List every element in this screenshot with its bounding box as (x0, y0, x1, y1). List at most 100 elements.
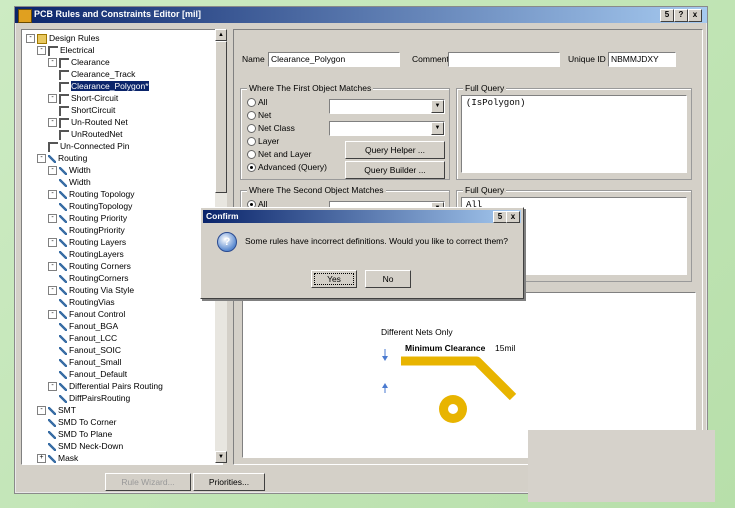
comment-field[interactable] (448, 52, 560, 67)
scroll-up-icon[interactable]: ▲ (215, 29, 227, 41)
tree-item-label: ShortCircuit (71, 105, 116, 115)
tree-item[interactable]: RoutingTopology (59, 200, 132, 212)
radio-icon[interactable] (247, 163, 256, 173)
collapse-icon[interactable]: - (48, 262, 57, 272)
first-radio-option[interactable]: Layer (247, 136, 279, 147)
collapse-icon[interactable]: - (48, 58, 57, 68)
tree-item[interactable]: + Mask (37, 452, 78, 464)
window-titlebar[interactable]: PCB Rules and Constraints Editor [mil] 5… (15, 7, 707, 23)
collapse-icon[interactable]: - (26, 34, 35, 44)
scroll-down-icon[interactable]: ▼ (215, 451, 227, 463)
tree-item[interactable]: RoutingCorners (59, 272, 129, 284)
chevron-down-icon[interactable]: ▼ (431, 122, 444, 135)
collapse-icon[interactable]: - (48, 286, 57, 296)
tree-item[interactable]: - Routing Topology (48, 188, 135, 200)
tree-item[interactable]: - Fanout Control (48, 308, 125, 320)
rules-tree[interactable]: - Design Rules - Electrical - Clearance Cleara… (21, 29, 223, 465)
collapse-icon[interactable]: - (48, 214, 57, 224)
collapse-icon[interactable]: - (48, 94, 57, 104)
tree-item[interactable]: - Un-Routed Net (48, 116, 128, 128)
tree-item[interactable]: - Electrical (37, 44, 94, 56)
collapse-icon[interactable]: - (37, 154, 46, 164)
rule-icon (59, 105, 69, 116)
radio-icon[interactable] (247, 137, 256, 147)
collapse-icon[interactable]: - (48, 310, 57, 320)
tree-item[interactable]: SMD To Corner (48, 416, 116, 428)
dialog-title[interactable]: Confirm (203, 210, 521, 223)
tree-item[interactable]: - Routing Corners (48, 260, 131, 272)
tree-item[interactable]: - Routing Priority (48, 212, 127, 224)
collapse-icon[interactable]: - (48, 382, 57, 392)
unique-id-field[interactable]: NBMMJDXY (608, 52, 676, 67)
tree-item[interactable]: RoutingVias (59, 296, 115, 308)
dialog-menu-button[interactable]: 5 (493, 211, 507, 223)
tree-item[interactable]: ShortCircuit (59, 104, 115, 116)
rule-wizard-button[interactable]: Rule Wizard... (105, 473, 191, 491)
tree-item[interactable]: - SMT (37, 404, 76, 416)
radio-icon[interactable] (247, 150, 256, 160)
collapse-icon[interactable]: - (48, 118, 57, 128)
tree-item[interactable]: - Clearance (48, 56, 110, 68)
tree-item[interactable]: - Width (48, 164, 91, 176)
tree-item[interactable]: Fanout_SOIC (59, 344, 121, 356)
close-button[interactable]: x (688, 9, 702, 22)
tree-item-label: Un-Connected Pin (60, 141, 130, 151)
no-button[interactable]: No (365, 270, 411, 288)
tree-item[interactable]: Un-Connected Pin (48, 140, 129, 152)
route-icon (59, 250, 67, 259)
tree-item[interactable]: RoutingPriority (59, 224, 125, 236)
route-icon (59, 178, 67, 187)
first-radio-option[interactable]: Net (247, 110, 271, 121)
tree-item[interactable]: Fanout_LCC (59, 332, 117, 344)
tree-item[interactable]: - Routing (37, 152, 87, 164)
first-radio-option[interactable]: Net and Layer (247, 149, 311, 160)
first-radio-option[interactable]: All (247, 97, 267, 108)
tree-item-label: Mask (58, 453, 79, 463)
tree-item[interactable]: DiffPairsRouting (59, 392, 130, 404)
radio-icon[interactable] (247, 124, 256, 134)
expand-icon[interactable]: + (37, 454, 46, 464)
collapse-icon[interactable]: - (37, 406, 46, 416)
tree-item-label: RoutingPriority (69, 225, 125, 235)
name-field[interactable]: Clearance_Polygon (268, 52, 400, 67)
radio-icon[interactable] (247, 111, 256, 121)
tree-item-label: Routing Layers (69, 237, 127, 247)
tree-item[interactable]: UnRoutedNet (59, 128, 123, 140)
priorities-button[interactable]: Priorities... (193, 473, 265, 491)
yes-button[interactable]: Yes (311, 270, 357, 288)
tree-item[interactable]: Fanout_Default (59, 368, 127, 380)
route-icon (48, 418, 56, 427)
collapse-icon[interactable]: - (48, 166, 57, 176)
tree-item[interactable]: - Routing Via Style (48, 284, 134, 296)
tree-item[interactable]: RoutingLayers (59, 248, 124, 260)
scroll-thumb[interactable] (215, 41, 227, 193)
tree-item[interactable]: Width (59, 176, 91, 188)
first-full-query-text[interactable]: (IsPolygon) (461, 95, 687, 173)
arrow-down-icon (382, 356, 388, 361)
tree-item[interactable]: Clearance_Polygon* (59, 80, 149, 92)
first-radio-option[interactable]: Advanced (Query) (247, 162, 327, 173)
tree-item[interactable]: Clearance_Track (59, 68, 135, 80)
first-radio-option[interactable]: Net Class (247, 123, 295, 134)
chevron-down-icon[interactable]: ▼ (431, 100, 444, 113)
tree-item[interactable]: - Short-Circuit (48, 92, 118, 104)
tree-item[interactable]: SMD To Plane (48, 428, 112, 440)
net-class-combo[interactable]: ▼ (329, 121, 445, 136)
tree-item[interactable]: SMD Neck-Down (48, 440, 123, 452)
tree-item[interactable]: Fanout_Small (59, 356, 121, 368)
tree-item[interactable]: - Design Rules (26, 32, 100, 44)
query-builder-button[interactable]: Query Builder ... (345, 161, 445, 179)
query-helper-button[interactable]: Query Helper ... (345, 141, 445, 159)
tree-item[interactable]: - Differential Pairs Routing (48, 380, 163, 392)
menu-button[interactable]: 5 (660, 9, 674, 22)
help-button[interactable]: ? (674, 9, 688, 22)
radio-icon[interactable] (247, 98, 256, 108)
tree-item-label: Fanout_BGA (69, 321, 119, 331)
collapse-icon[interactable]: - (48, 238, 57, 248)
dialog-close-button[interactable]: x (506, 211, 520, 223)
net-combo[interactable]: ▼ (329, 99, 445, 114)
tree-item[interactable]: Fanout_BGA (59, 320, 118, 332)
tree-item[interactable]: - Routing Layers (48, 236, 126, 248)
collapse-icon[interactable]: - (37, 46, 46, 56)
collapse-icon[interactable]: - (48, 190, 57, 200)
